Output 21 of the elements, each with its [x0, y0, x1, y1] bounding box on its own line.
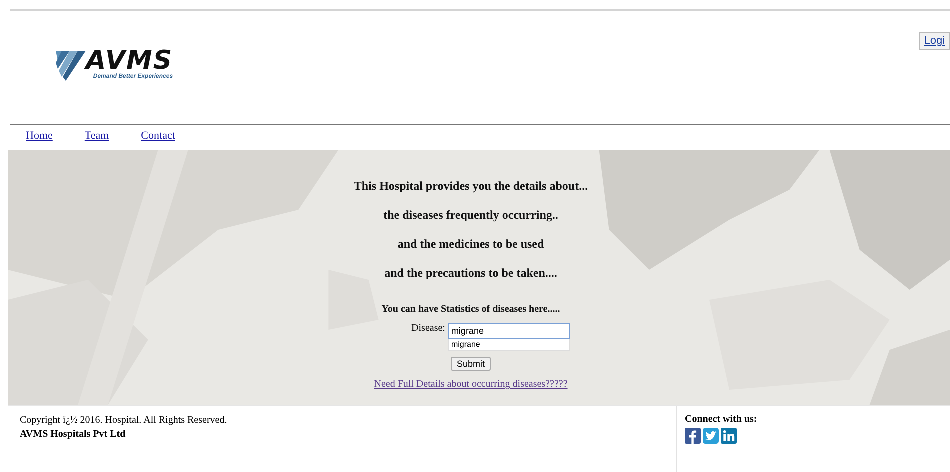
facebook-icon[interactable] [685, 428, 701, 444]
logo-text: AVMS [86, 48, 174, 74]
connect-heading: Connect with us: [685, 414, 758, 425]
intro-line: the diseases frequently occurring.. [384, 209, 558, 222]
stats-heading: You can have Statistics of diseases here..... [382, 304, 560, 315]
bird-icon[interactable] [703, 428, 719, 444]
intro-line: and the medicines to be used [398, 238, 544, 251]
submit-button[interactable]: Submit [450, 357, 491, 371]
nav-link[interactable]: Home [26, 130, 53, 150]
intro-line: This Hospital provides you the details about... [354, 180, 588, 193]
login-button[interactable]: Logi [919, 32, 950, 50]
intro-line: and the precautions to be taken.... [384, 267, 558, 280]
linkedin-icon[interactable] [721, 428, 737, 444]
nav-link[interactable]: Contact [141, 130, 176, 150]
suggestion-item[interactable]: migrane [449, 339, 570, 350]
details-link[interactable]: Need Full Details about occurring diseases????? [374, 379, 568, 390]
company-name: AVMS Hospitals Pvt Ltd [20, 429, 127, 440]
nav-link[interactable]: Team [84, 130, 110, 150]
copyright-text: Copyright ï¿½ 2016. Hospital. All Rights Reserved. [20, 415, 228, 426]
disease-field[interactable]: migrane [448, 323, 570, 339]
disease-label: Disease: [412, 323, 446, 334]
